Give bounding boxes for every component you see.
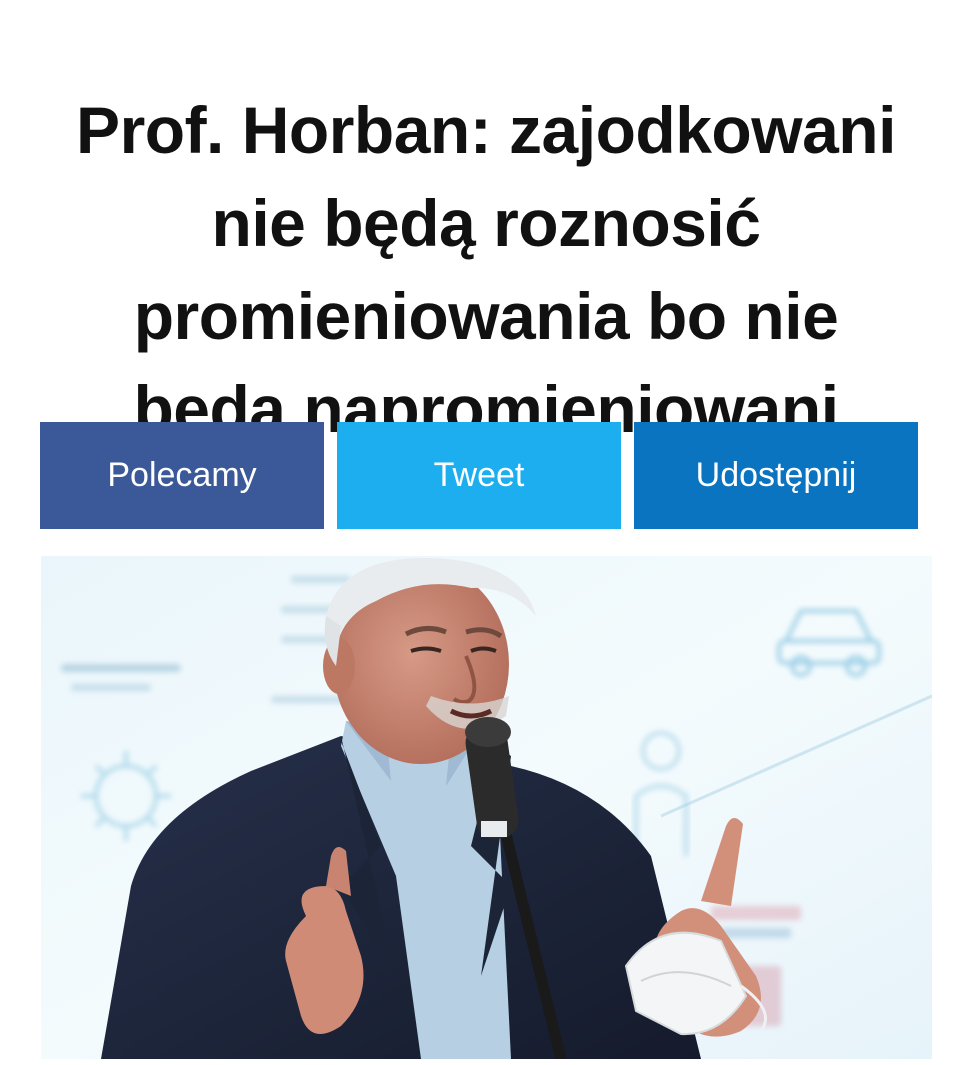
headline-line-1: Prof. Horban: zajodkowani [76, 93, 896, 168]
share-label: Udostępnij [695, 456, 857, 494]
headline-line-2: nie będą roznosić [211, 186, 761, 261]
tweet-button[interactable]: Tweet [337, 422, 621, 529]
tweet-label: Tweet [433, 456, 525, 494]
facebook-recommend-label: Polecamy [107, 456, 257, 494]
article-photo [41, 556, 932, 1059]
facebook-recommend-button[interactable]: Polecamy [40, 422, 324, 529]
share-button[interactable]: Udostępnij [634, 422, 918, 529]
share-bar: Polecamy Tweet Udostępnij [40, 422, 918, 529]
article-headline: Prof. Horban: zajodkowani nie będą rozno… [0, 84, 972, 456]
headline-line-3: promieniowania bo nie [133, 279, 839, 354]
